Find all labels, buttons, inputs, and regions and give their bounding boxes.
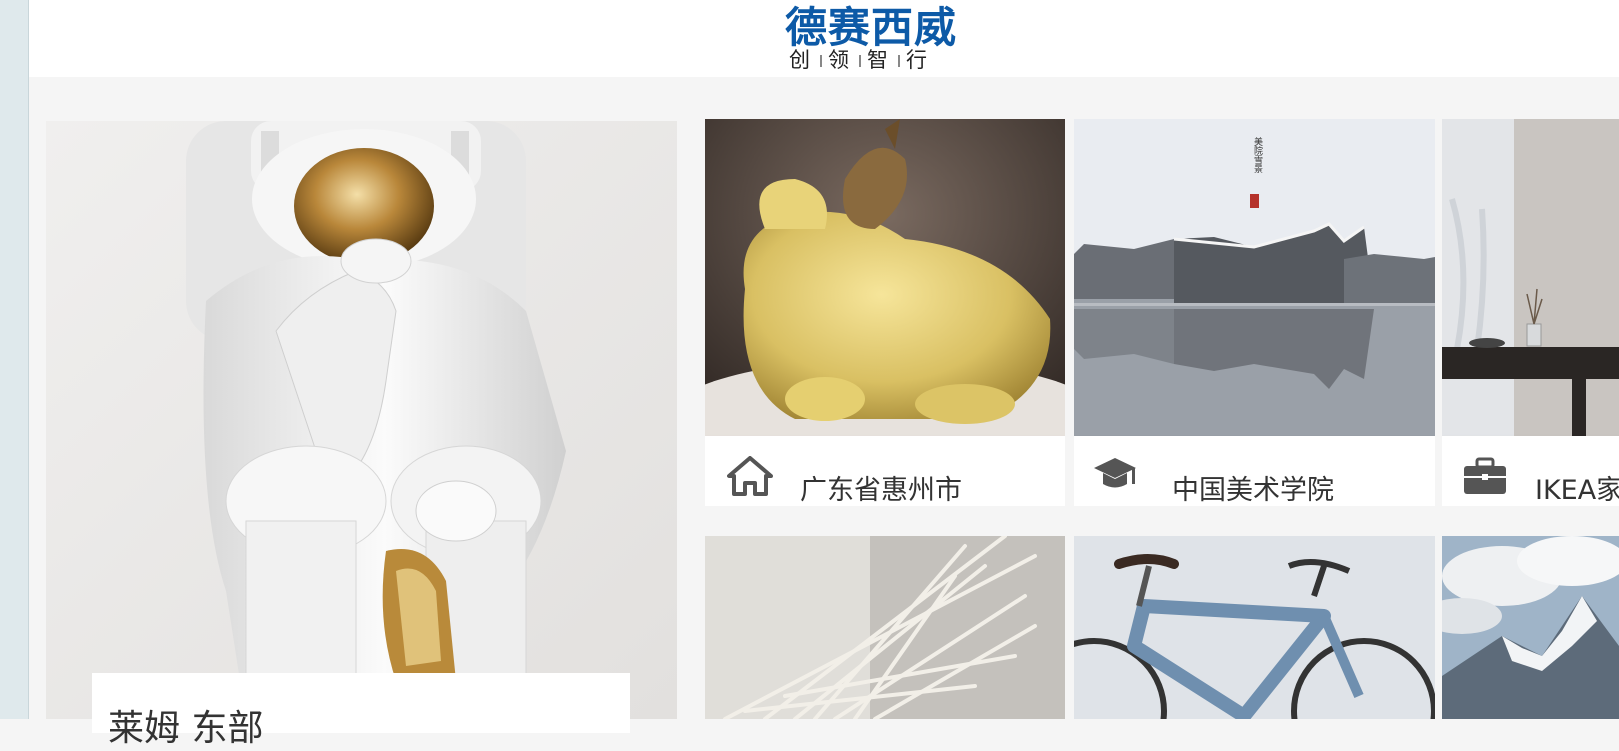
tagline-char: 行: [906, 48, 931, 72]
tagline-char: 智: [867, 48, 892, 72]
astronaut-sculpture-image: [46, 121, 677, 719]
tile-caption: 广东省惠州市: [705, 436, 1065, 506]
mountain-image: [1442, 536, 1619, 719]
house-icon: [727, 456, 773, 496]
brand-tagline: 创领智行: [789, 44, 931, 74]
project-tile-bicycle[interactable]: [1074, 536, 1435, 719]
project-tile-ikea[interactable]: IKEA家: [1442, 119, 1619, 506]
feature-title: 莱姆 东部: [108, 708, 264, 749]
interior-table-image: [1442, 119, 1619, 436]
tagline-divider: [898, 55, 900, 67]
project-tile-sculpture[interactable]: [705, 536, 1065, 719]
snowy-campus-image: 美院雪景: [1074, 119, 1435, 436]
tile-label: 广东省惠州市: [800, 475, 962, 506]
tagline-char: 领: [828, 48, 853, 72]
left-edge-strip: [0, 0, 29, 719]
tile-label: IKEA家: [1535, 475, 1619, 506]
chicken-dish-image: [705, 119, 1065, 436]
project-tile-mountain[interactable]: [1442, 536, 1619, 719]
bicycle-image: [1074, 536, 1435, 719]
project-tile-academy[interactable]: 美院雪景 中国美术学院: [1074, 119, 1435, 506]
briefcase-icon: [1464, 457, 1506, 494]
feature-project-tile[interactable]: [46, 121, 677, 719]
tagline-divider: [859, 55, 861, 67]
poster-title: 美院雪景: [1252, 136, 1263, 173]
tile-caption: IKEA家: [1442, 436, 1619, 506]
stick-sculpture-image: [705, 536, 1065, 719]
project-tile-huizhou[interactable]: 广东省惠州市: [705, 119, 1065, 506]
tagline-char: 创: [789, 48, 814, 72]
tagline-divider: [820, 55, 822, 67]
graduation-cap-icon: [1094, 458, 1136, 488]
tile-caption: 中国美术学院: [1074, 436, 1435, 506]
tile-label: 中国美术学院: [1172, 475, 1334, 506]
feature-caption[interactable]: 莱姆 东部: [92, 673, 630, 749]
brand-logo[interactable]: 德赛西威 创领智行: [785, 0, 985, 77]
